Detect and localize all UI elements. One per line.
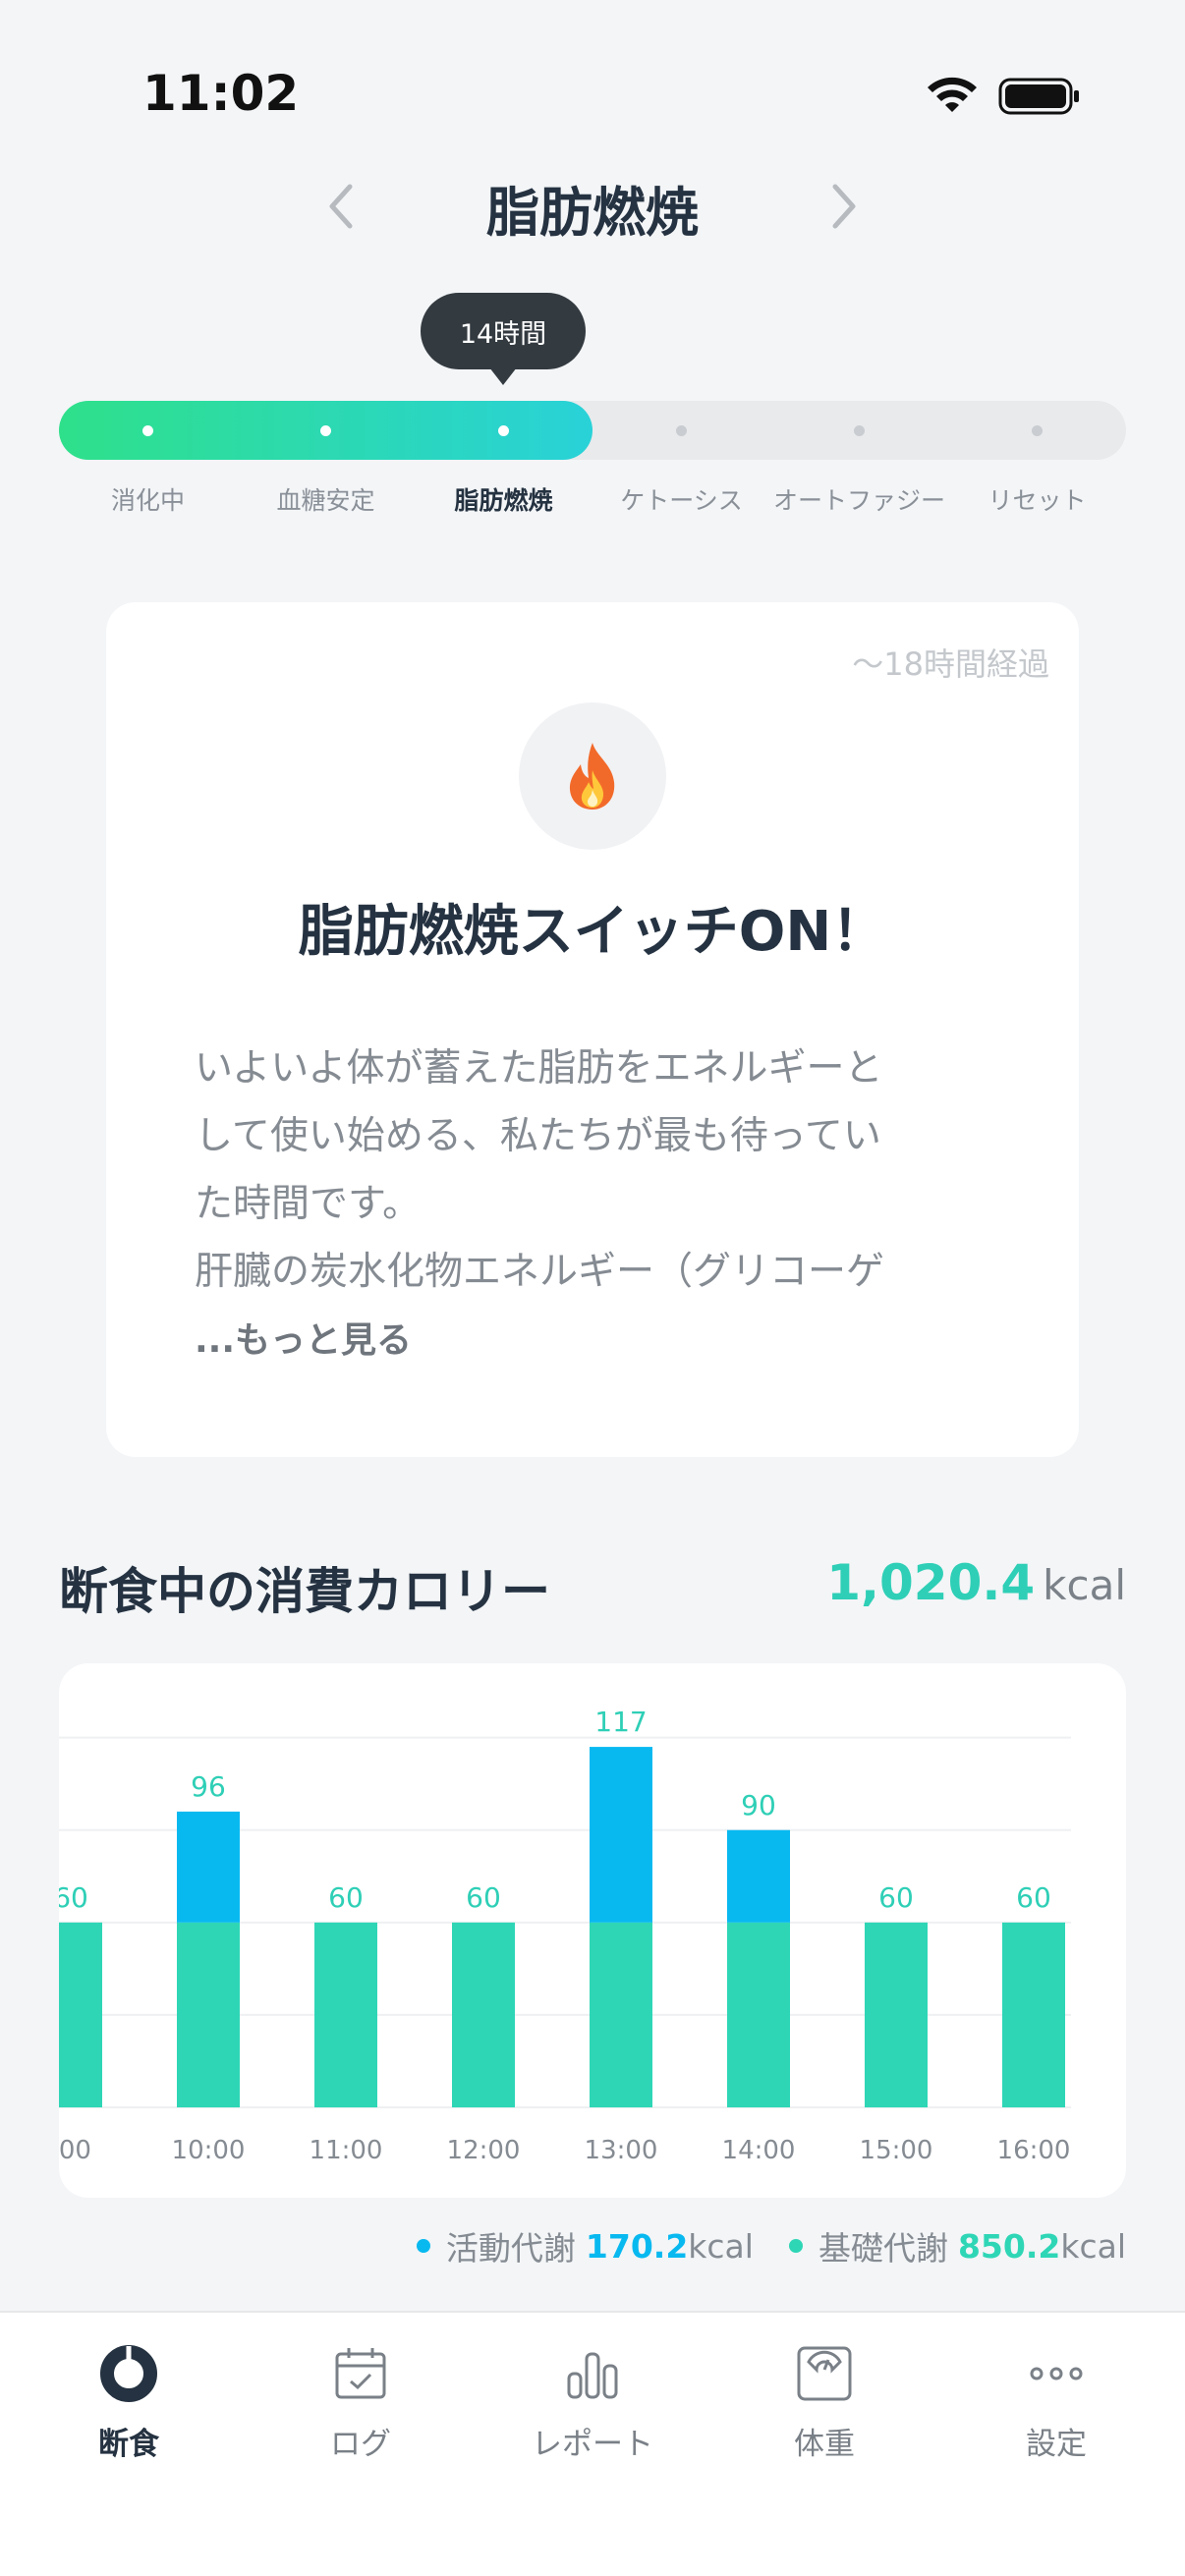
stage-label[interactable]: ケトーシス <box>592 481 770 517</box>
tab-fasting[interactable]: 断食 <box>13 2342 245 2463</box>
wifi-icon <box>928 77 977 112</box>
calorie-chart-card[interactable]: 60 :00 96 10:00 60 11:00 60 12:00 117 13:00 90 14:0… <box>59 1663 1126 2198</box>
chart-tick-label: 14:00 <box>722 2136 796 2165</box>
chart-data-label: 60 <box>59 1881 88 1914</box>
stage-label[interactable]: 血糖安定 <box>237 481 415 517</box>
app-screen: 11:02 脂肪燃焼 14時間 消化中 血糖安定 脂肪燃焼 ケトーシス オートファジーリ… <box>0 0 1185 2576</box>
card-body-line: いよいよ体が蓄えた脂肪をエネルギーと <box>195 1046 883 1091</box>
chart-legend: 活動代謝 170.2 kcal 基礎代謝 850.2 kcal <box>416 2222 1126 2269</box>
chart-bar-basal <box>590 1922 652 2107</box>
chart-data-label: 60 <box>878 1881 914 1914</box>
chart-bar-basal <box>1002 1922 1065 2107</box>
chart-bar-basal <box>727 1922 790 2107</box>
calories-total-unit: kcal <box>1043 1561 1126 1609</box>
progress-dot <box>142 425 153 436</box>
card-body-line: して使い始める、私たちが最も待ってい <box>195 1114 881 1158</box>
fasting-ring-icon <box>100 2345 157 2402</box>
chart-tick-label: 10:00 <box>172 2136 246 2165</box>
read-more-link[interactable]: ...もっと見る <box>195 1312 412 1363</box>
calendar-check-icon <box>335 2348 386 2399</box>
chart-data-label: 117 <box>594 1706 647 1738</box>
tab-report-label: レポート <box>532 2427 653 2462</box>
calories-total: 1,020.4 kcal <box>826 1554 1126 1611</box>
chart-bar-basal <box>865 1922 928 2107</box>
tab-settings-label: 設定 <box>1026 2427 1087 2462</box>
legend-active-value: 170.2 <box>585 2226 689 2266</box>
chart-bar-active <box>177 1811 240 1923</box>
bar-chart-icon <box>567 2352 618 2399</box>
legend-basal-label: 基礎代謝 <box>818 2229 948 2268</box>
chart-bar-active <box>590 1747 652 1923</box>
fasting-stage-progress[interactable] <box>59 401 1126 460</box>
legend-active: 活動代謝 170.2 kcal <box>416 2222 754 2269</box>
chart-data-label: 60 <box>466 1881 501 1914</box>
battery-icon <box>998 78 1079 115</box>
chart-tick-label: 13:00 <box>585 2136 658 2165</box>
stage-label[interactable]: 消化中 <box>59 481 237 517</box>
tab-settings[interactable]: 設定 <box>940 2342 1172 2463</box>
status-time: 11:02 <box>142 65 300 122</box>
legend-dot-basal <box>788 2239 803 2253</box>
legend-basal-unit: kcal <box>1060 2226 1126 2266</box>
chart-bar-active <box>727 1829 790 1923</box>
stage-label[interactable]: リセット <box>948 481 1126 517</box>
legend-active-unit: kcal <box>688 2226 754 2266</box>
stage-label[interactable]: オートファジー <box>770 481 948 517</box>
calories-total-value: 1,020.4 <box>826 1554 1036 1611</box>
chart-bar-basal <box>452 1922 515 2107</box>
chart-tick-label: 15:00 <box>860 2136 933 2165</box>
legend-active-label: 活動代謝 <box>445 2229 576 2268</box>
legend-basal: 基礎代謝 850.2 kcal <box>788 2222 1126 2269</box>
chart-bar-basal <box>314 1922 377 2107</box>
fire-icon <box>569 743 615 810</box>
progress-dot <box>854 425 865 436</box>
fire-icon-badge <box>519 702 666 850</box>
elapsed-label: 〜18時間経過 <box>852 645 1049 683</box>
more-dots-icon <box>1030 2367 1083 2380</box>
stage-label[interactable]: 脂肪燃焼 <box>415 481 592 517</box>
chart-data-label: 60 <box>328 1881 364 1914</box>
card-heading: 脂肪燃焼スイッチON！ <box>298 900 887 964</box>
chart-bar-basal <box>177 1922 240 2107</box>
calorie-bar-chart: 60 :00 96 10:00 60 11:00 60 12:00 117 13:00 90 14:0… <box>59 1706 1071 2165</box>
progress-dot <box>498 425 509 436</box>
calories-section-title: 断食中の消費カロリー <box>59 1563 550 1620</box>
legend-dot-active <box>416 2239 430 2253</box>
chart-data-label: 60 <box>1016 1881 1051 1914</box>
chart-tick-label: 16:00 <box>997 2136 1071 2165</box>
tab-log-label: ログ <box>330 2427 391 2462</box>
progress-dot <box>320 425 331 436</box>
tab-fasting-label: 断食 <box>98 2427 159 2462</box>
elapsed-hours-tooltip: 14時間 <box>421 293 586 385</box>
chart-data-label: 96 <box>191 1770 226 1803</box>
page-title: 脂肪燃焼 <box>486 182 699 244</box>
bottom-tab-bar: 断食 ログ レポート 体重 設定 <box>0 2311 1185 2576</box>
card-body-line: た時間です。 <box>195 1182 422 1226</box>
chart-tick-label: :00 <box>59 2136 91 2165</box>
scale-icon <box>797 2346 852 2401</box>
tab-report[interactable]: レポート <box>477 2342 708 2463</box>
chevron-right-icon[interactable] <box>814 177 873 236</box>
tab-weight[interactable]: 体重 <box>708 2342 940 2463</box>
stage-info-card: 〜18時間経過 脂肪燃焼スイッチON！ いよいよ体が蓄えた脂肪をエネルギーと し… <box>106 602 1079 1457</box>
card-body: いよいよ体が蓄えた脂肪をエネルギーと して使い始める、私たちが最も待ってい た時… <box>195 1035 981 1306</box>
tab-log[interactable]: ログ <box>245 2342 477 2463</box>
tab-weight-label: 体重 <box>794 2427 855 2462</box>
card-body-line: 肝臓の炭水化物エネルギー（グリコーゲ <box>195 1250 885 1294</box>
chart-bar-basal <box>59 1922 102 2107</box>
chart-tick-label: 11:00 <box>310 2136 383 2165</box>
chart-tick-label: 12:00 <box>447 2136 521 2165</box>
chart-data-label: 90 <box>741 1789 776 1821</box>
legend-basal-value: 850.2 <box>957 2226 1061 2266</box>
progress-dot <box>676 425 687 436</box>
progress-dot <box>1032 425 1043 436</box>
